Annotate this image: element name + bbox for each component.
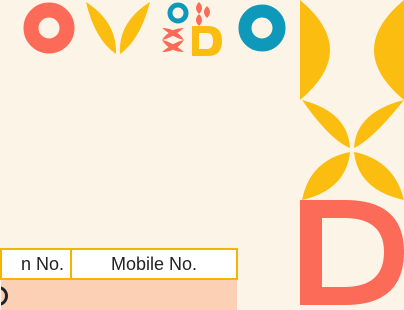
table-row <box>1 279 237 310</box>
coral-d-shape <box>300 200 404 305</box>
yellow-bowtie-shape <box>300 0 404 100</box>
yellow-leaves-shape <box>302 100 404 200</box>
table-header-row: n No. Mobile No. <box>0 248 238 280</box>
teal-ring-shape <box>238 4 286 52</box>
column-header-mobile: Mobile No. <box>70 248 238 280</box>
yellow-leaf-shape <box>86 2 150 54</box>
red-cross-leaf-shape <box>162 28 184 52</box>
column-header-number: n No. <box>0 248 72 280</box>
table-cell <box>1 279 71 310</box>
yellow-d-shape <box>192 26 222 56</box>
contact-table: n No. Mobile No. <box>0 248 238 310</box>
table-cell <box>71 279 237 310</box>
coral-ring-shape <box>23 2 75 54</box>
cropped-text-glyph <box>1 286 8 306</box>
small-teal-ring-shape <box>167 2 189 24</box>
red-petal-shape <box>196 2 210 26</box>
